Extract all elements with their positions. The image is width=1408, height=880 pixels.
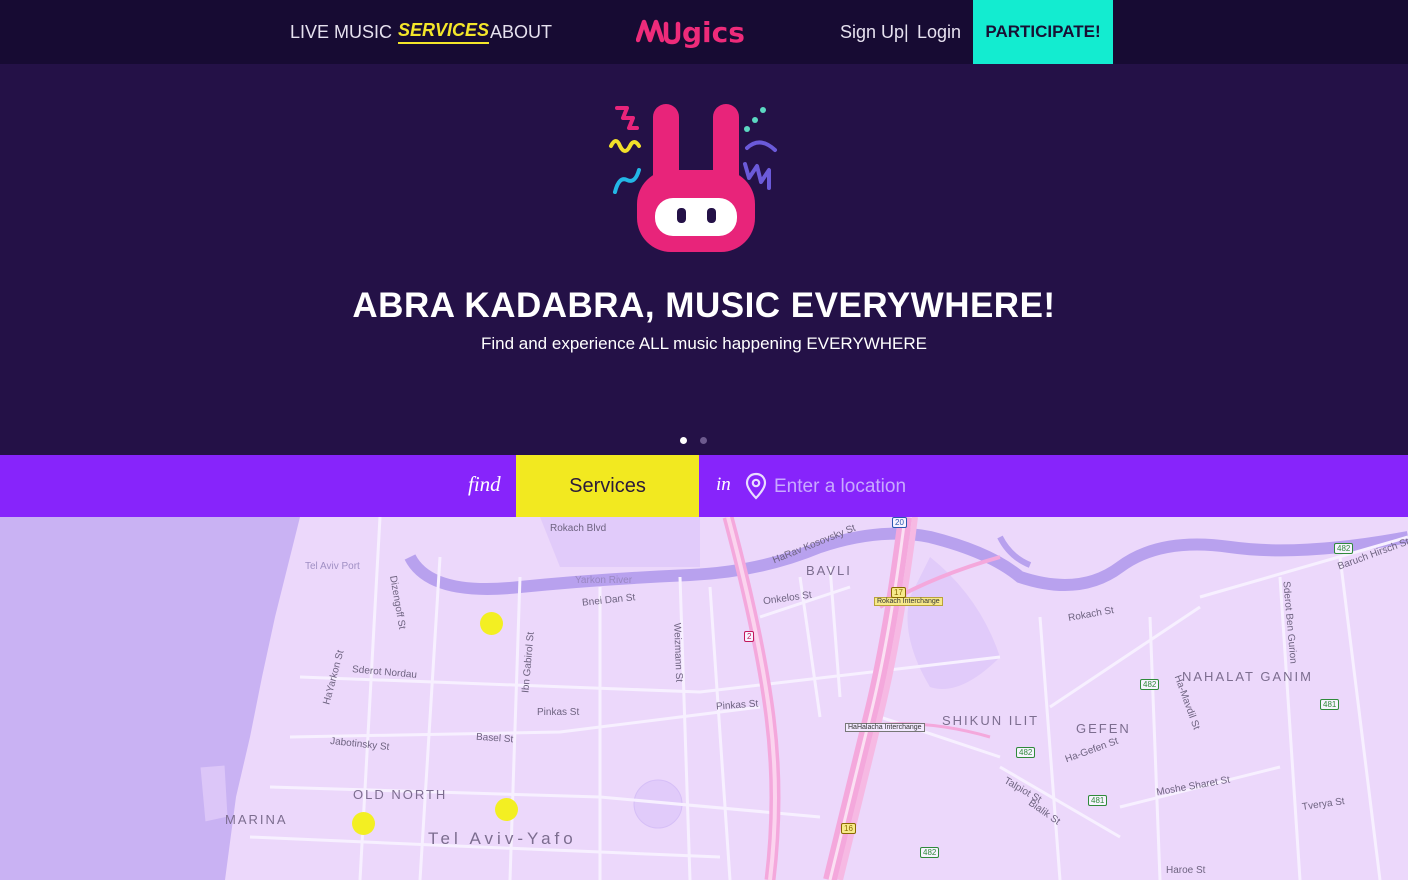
hero-headline: ABRA KADABRA, MUSIC EVERYWHERE! <box>352 286 1056 325</box>
location-pin-icon <box>745 472 767 500</box>
area-label-gefen: GEFEN <box>1076 721 1131 736</box>
city-label: Tel Aviv-Yafo <box>428 829 577 848</box>
svg-text:gics: gics <box>682 16 745 49</box>
route-shield: 482 <box>920 847 940 858</box>
area-label-nahalat-ganim: NAHALAT GANIM <box>1182 669 1313 684</box>
area-label-bavli: BAVLI <box>806 563 852 578</box>
carousel-dot-1[interactable] <box>680 437 687 444</box>
category-select[interactable]: Services <box>516 455 699 517</box>
street-label: Haroe St <box>1166 865 1206 876</box>
nav-about[interactable]: ABOUT <box>490 22 552 43</box>
nav-services[interactable]: SERVICES <box>398 20 490 44</box>
venue-marker[interactable] <box>480 612 503 635</box>
route-shield: 481 <box>1088 795 1108 806</box>
search-bar <box>0 455 1408 517</box>
brand-logo[interactable]: gics <box>635 12 756 56</box>
bunny-mascot-icon <box>609 104 777 252</box>
location-input[interactable] <box>774 470 1074 504</box>
area-label-marina: MARINA <box>225 812 288 827</box>
interchange-label: Rokach Interchange <box>874 597 943 606</box>
route-shield: 2 <box>744 631 755 642</box>
venue-marker[interactable] <box>495 798 518 821</box>
venue-marker[interactable] <box>352 812 375 835</box>
nav-live-music[interactable]: LIVE MUSIC <box>290 22 392 43</box>
logo-wave-icon: gics <box>635 16 745 49</box>
top-nav: LIVE MUSIC SERVICES ABOUT gics Sign Up |… <box>0 0 1408 64</box>
route-shield: 20 <box>892 517 907 528</box>
participate-button[interactable]: PARTICIPATE! <box>973 0 1113 64</box>
street-label: Yarkon River <box>575 575 633 586</box>
nav-separator: | <box>904 22 909 42</box>
route-shield: 482 <box>1140 679 1160 690</box>
route-shield: 17 <box>891 587 906 598</box>
street-label: Tel Aviv Port <box>305 561 360 572</box>
find-label: find <box>468 472 501 496</box>
street-label: Pinkas St <box>537 707 580 718</box>
sign-up-link[interactable]: Sign Up <box>840 22 904 43</box>
street-label: Rokach Blvd <box>550 523 607 534</box>
map-canvas <box>0 517 1408 880</box>
hero-subline: Find and experience ALL music happening … <box>480 334 928 353</box>
login-link[interactable]: Login <box>917 22 961 43</box>
street-label: Weizmann St <box>671 622 685 683</box>
area-label-old-north: OLD NORTH <box>353 787 448 802</box>
route-shield: 481 <box>1320 699 1340 710</box>
interchange-label: HaHalacha Interchange <box>845 723 925 732</box>
route-shield: 482 <box>1334 543 1354 554</box>
route-shield: 482 <box>1016 747 1036 758</box>
carousel-dot-2[interactable] <box>700 437 707 444</box>
map-view[interactable]: BAVLI NAHALAT GANIM SHIKUN ILIT GEFEN OL… <box>0 517 1408 880</box>
area-label-shikun-ilit: SHIKUN ILIT <box>942 713 1040 728</box>
route-shield: 16 <box>841 823 856 834</box>
in-label: in <box>716 474 731 495</box>
